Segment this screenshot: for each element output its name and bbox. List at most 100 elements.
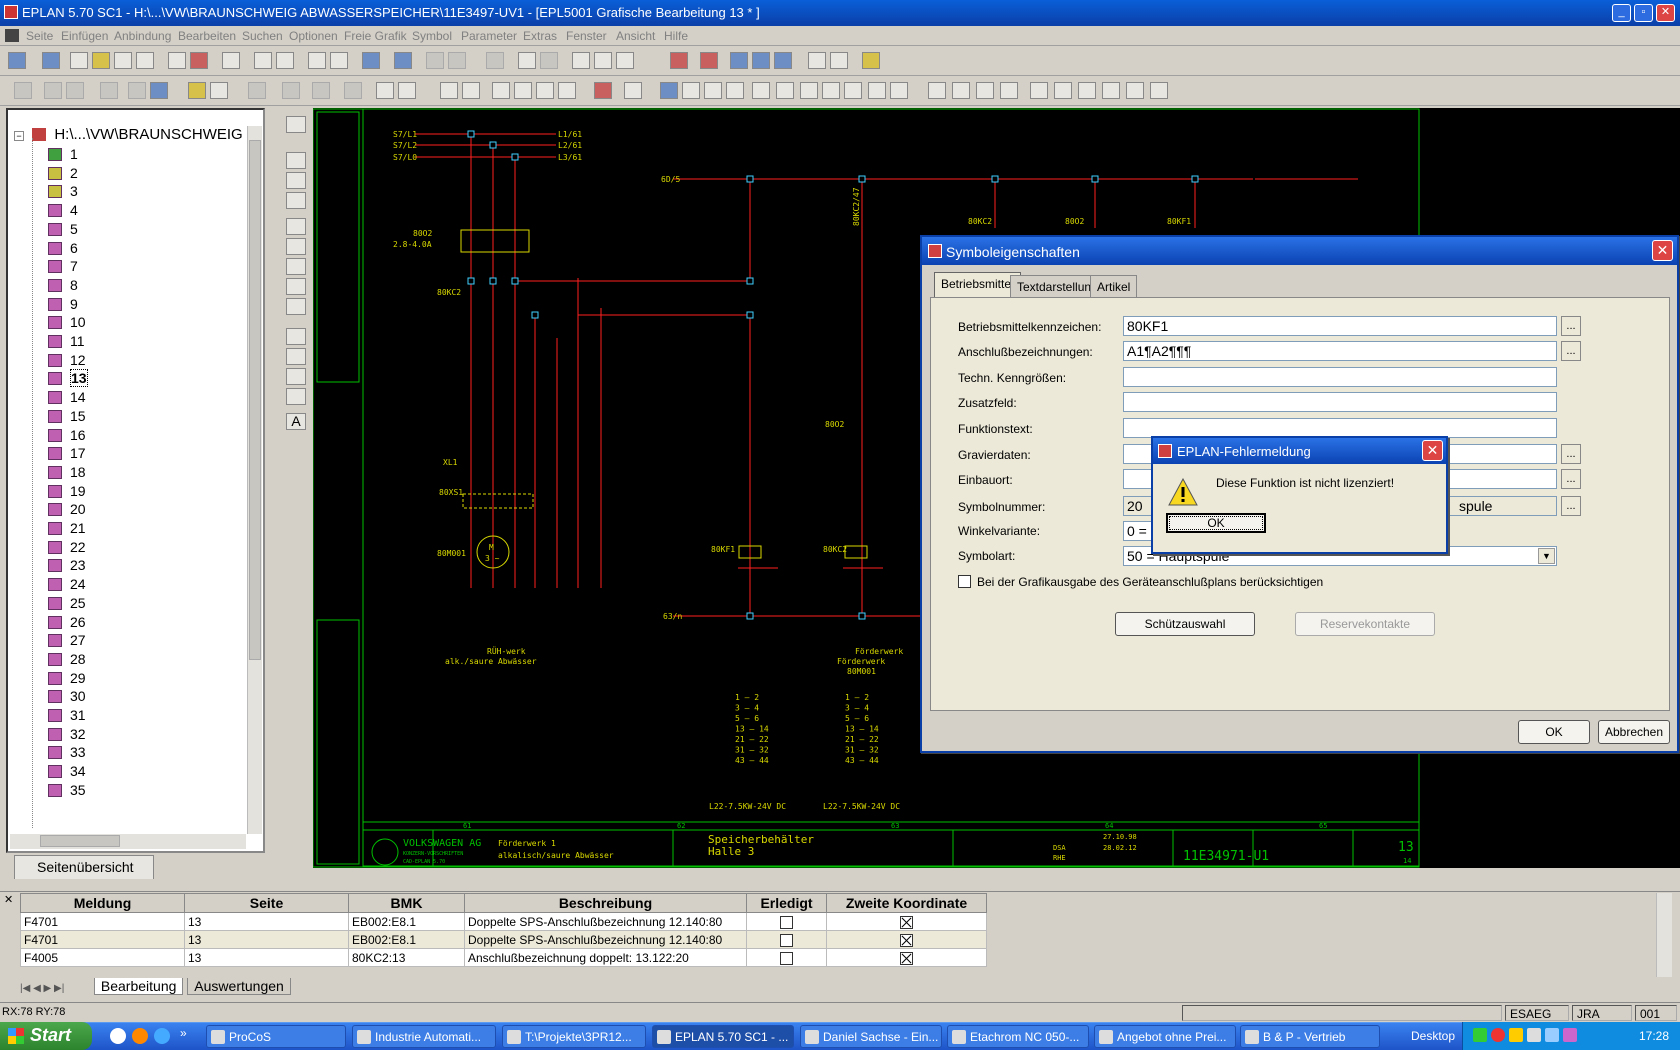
tray-app-icon[interactable] (1563, 1028, 1577, 1042)
browse-gravier-button[interactable]: ... (1561, 444, 1581, 464)
input-betriebsmittelkennzeichen[interactable]: 80KF1 (1123, 316, 1557, 336)
browse-anschluss-button[interactable]: ... (1561, 341, 1581, 361)
tree-page-15[interactable]: 15 (48, 408, 86, 427)
menu-fenster[interactable]: Fenster (566, 29, 607, 43)
open-folder-icon[interactable] (92, 52, 110, 69)
tool-8-icon[interactable] (286, 298, 306, 315)
plc-icon[interactable] (700, 52, 718, 69)
corner-br-icon[interactable] (1000, 82, 1018, 99)
col-beschreibung[interactable]: Beschreibung (464, 893, 747, 913)
menu-parameter[interactable]: Parameter (461, 29, 517, 43)
quicklaunch-outlook-icon[interactable] (110, 1028, 126, 1044)
macro-icon[interactable] (774, 52, 792, 69)
user-icon[interactable] (862, 52, 880, 69)
bus-icon[interactable] (286, 348, 306, 365)
browse-bmk-button[interactable]: ... (1561, 316, 1581, 336)
tree-page-18[interactable]: 18 (48, 464, 86, 483)
tool-f-icon[interactable] (150, 82, 168, 99)
symbol-insert-icon[interactable] (660, 82, 678, 99)
tool-e-icon[interactable] (128, 82, 146, 99)
find-icon[interactable] (426, 52, 444, 69)
close-button[interactable]: ✕ (1656, 4, 1675, 22)
tree-page-8[interactable]: 8 (48, 277, 78, 296)
grid-icon[interactable] (398, 82, 416, 99)
browse-einbauort-button[interactable]: ... (1561, 469, 1581, 489)
tab-seitenuebersicht[interactable]: Seitenübersicht (14, 855, 154, 879)
menu-ansicht[interactable]: Ansicht (616, 29, 655, 43)
start-button[interactable]: Start (0, 1022, 92, 1050)
circle-icon[interactable] (752, 82, 770, 99)
tree-page-21[interactable]: 21 (48, 520, 86, 539)
cross-ref3-icon[interactable] (616, 52, 634, 69)
tree-page-7[interactable]: 7 (48, 258, 78, 277)
copy-icon[interactable] (168, 52, 186, 69)
erledigt-checkbox[interactable] (780, 951, 793, 965)
tee-left-icon[interactable] (1102, 82, 1120, 99)
tree-page-27[interactable]: 27 (48, 632, 86, 651)
input-techn-kenngroessen[interactable] (1123, 367, 1557, 387)
menu-anbindung[interactable]: Anbindung (114, 29, 171, 43)
tree-page-24[interactable]: 24 (48, 576, 86, 595)
delete-icon[interactable] (190, 52, 208, 69)
tree-page-31[interactable]: 31 (48, 707, 86, 726)
page-copy-icon[interactable] (114, 52, 132, 69)
swap-icon[interactable] (462, 82, 480, 99)
quicklaunch-more-icon[interactable]: » (180, 1026, 187, 1040)
maximize-button[interactable]: ▫ (1634, 4, 1653, 22)
checkbox-geraeteanschlussplan[interactable] (958, 575, 971, 588)
menu-extras[interactable]: Extras (523, 29, 557, 43)
open-page-icon[interactable] (42, 52, 60, 69)
col-seite[interactable]: Seite (184, 893, 349, 913)
tee-down-icon[interactable] (1030, 82, 1048, 99)
tool-1-icon[interactable] (286, 152, 306, 169)
cancel-button[interactable]: Abbrechen (1598, 720, 1670, 744)
menu-seite[interactable]: Seite (26, 29, 53, 43)
col-meldung[interactable]: Meldung (20, 893, 185, 913)
cross-ref2-icon[interactable] (594, 52, 612, 69)
redo-icon[interactable] (540, 52, 558, 69)
collapse-icon[interactable]: − (14, 131, 24, 141)
line-icon[interactable] (682, 82, 700, 99)
tree-page-4[interactable]: 4 (48, 202, 78, 221)
rectangle-icon[interactable] (800, 82, 818, 99)
tree-page-32[interactable]: 32 (48, 726, 86, 745)
tree-page-17[interactable]: 17 (48, 445, 86, 464)
table-row[interactable]: F4701 13 EB002:E8.1 Doppelte SPS-Anschlußbe… (20, 912, 987, 931)
ellipse-icon[interactable] (822, 82, 840, 99)
tool-b-icon[interactable] (44, 82, 62, 99)
zoom-window-icon[interactable] (558, 82, 576, 99)
binoculars-icon[interactable] (286, 116, 306, 133)
snap-icon[interactable] (376, 82, 394, 99)
image-icon[interactable] (890, 82, 908, 99)
col-bmk[interactable]: BMK (348, 893, 465, 913)
list-icon[interactable] (448, 52, 466, 69)
tray-monitor-icon[interactable] (1545, 1028, 1559, 1042)
menu-suchen[interactable]: Suchen (242, 29, 283, 43)
tree-page-20[interactable]: 20 (48, 501, 86, 520)
arc-icon[interactable] (776, 82, 794, 99)
tray-antivirus-icon[interactable] (1491, 1028, 1505, 1042)
menu-symbol[interactable]: Symbol (412, 29, 452, 43)
taskbar-item[interactable]: Industrie Automati... (352, 1025, 496, 1048)
block-icon[interactable] (286, 388, 306, 405)
arrow-icon[interactable] (286, 328, 306, 345)
quicklaunch-firefox-icon[interactable] (132, 1028, 148, 1044)
page-down-icon[interactable] (276, 52, 294, 69)
edit-page-icon[interactable] (222, 52, 240, 69)
tree-page-6[interactable]: 6 (48, 240, 78, 259)
tool-a-icon[interactable] (14, 82, 32, 99)
tree-page-2[interactable]: 2 (48, 165, 78, 184)
tree-page-35[interactable]: 35 (48, 782, 86, 801)
polyline2-icon[interactable] (726, 82, 744, 99)
text-icon[interactable] (844, 82, 862, 99)
tree-page-14[interactable]: 14 (48, 389, 86, 408)
filter-icon[interactable] (394, 52, 412, 69)
taskbar-item[interactable]: EPLAN 5.70 SC1 - ... (652, 1025, 794, 1048)
taskbar-item[interactable]: Angebot ohne Prei... (1094, 1025, 1236, 1048)
tab-auswertungen[interactable]: Auswertungen (187, 978, 291, 995)
tool-4-icon[interactable] (286, 218, 306, 235)
reservekontakte-button[interactable]: Reservekontakte (1295, 612, 1435, 636)
export-icon[interactable] (308, 52, 326, 69)
cross-ref-icon[interactable] (572, 52, 590, 69)
refresh-icon[interactable] (624, 82, 642, 99)
